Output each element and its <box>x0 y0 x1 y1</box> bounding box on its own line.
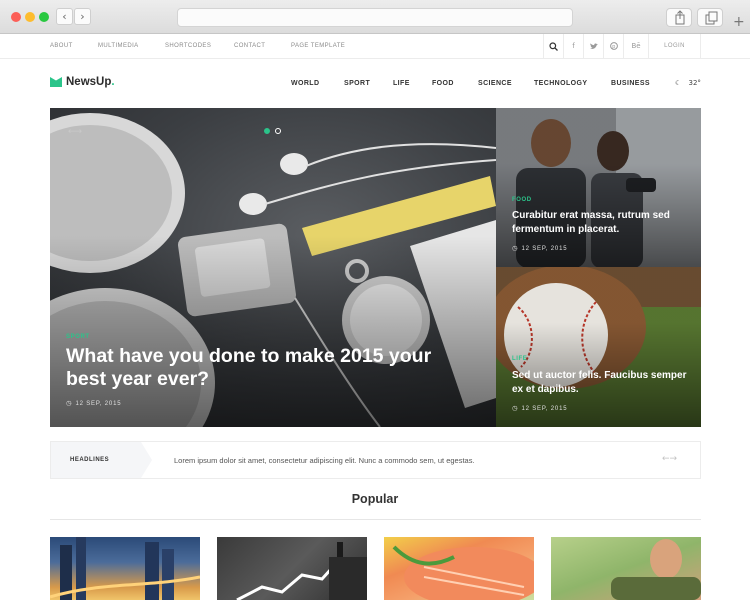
back-button[interactable]: ‹ <box>56 8 73 25</box>
clock-icon: ◷ <box>66 399 73 407</box>
popular-thumb-fitness[interactable] <box>551 537 701 600</box>
hero-title[interactable]: What have you done to make 2015 your bes… <box>66 345 476 391</box>
logo-dot: . <box>111 76 115 88</box>
behance-icon[interactable]: Bē <box>623 34 648 58</box>
svg-text:p: p <box>612 44 615 50</box>
chevron-right-icon: › <box>80 10 85 23</box>
clock-icon: ◷ <box>512 404 519 412</box>
growth-chart-image <box>236 542 367 600</box>
twitter-bird-icon <box>589 43 598 49</box>
site-logo[interactable]: NewsUp. <box>50 76 115 88</box>
slider-dot-2[interactable] <box>275 128 281 134</box>
weather-widget: ☾ 32° <box>675 79 701 87</box>
tabs-icon <box>705 11 718 25</box>
share-button[interactable] <box>666 8 692 27</box>
fitness-image <box>611 539 701 600</box>
arrow-left-icon[interactable]: ← <box>662 454 670 464</box>
side-card-overlay <box>496 267 701 427</box>
side-card-category[interactable]: LIFE <box>512 356 527 362</box>
hero-category[interactable]: SPORT <box>66 334 90 340</box>
toplink-contact[interactable]: CONTACT <box>234 43 265 49</box>
headlines-ticker: HEADLINES Lorem ipsum dolor sit amet, co… <box>50 441 701 479</box>
nav-science[interactable]: SCIENCE <box>478 80 512 87</box>
ticker-arrows[interactable]: ←→ <box>662 454 677 464</box>
new-tab-button[interactable]: + <box>733 14 745 30</box>
logo-icon <box>50 77 62 87</box>
weather-icon: ☾ <box>675 79 682 87</box>
nav-sport[interactable]: SPORT <box>344 80 370 87</box>
nav-life[interactable]: LIFE <box>393 80 410 87</box>
slider-dots <box>264 128 281 134</box>
address-bar[interactable] <box>177 8 573 27</box>
maximize-window-button[interactable] <box>39 12 49 22</box>
toplink-shortcodes[interactable]: SHORTCODES <box>165 43 211 49</box>
toplink-multimedia[interactable]: MULTIMEDIA <box>98 43 139 49</box>
ticker-text[interactable]: Lorem ipsum dolor sit amet, consectetur … <box>174 456 475 465</box>
top-bar: ABOUT MULTIMEDIA SHORTCODES CONTACT PAGE… <box>0 34 750 59</box>
side-card-date: ◷ 12 SEP, 2015 <box>512 404 567 412</box>
side-card-2[interactable]: LIFE Sed ut auctor felis. Faucibus sempe… <box>496 267 701 427</box>
tabs-button[interactable] <box>697 8 723 27</box>
hero-date-text: 12 SEP, 2015 <box>75 401 122 407</box>
slider-arrows[interactable]: ←→ <box>68 127 82 137</box>
popular-heading: Popular <box>351 492 399 506</box>
salmon-image <box>392 545 534 600</box>
forward-button[interactable]: › <box>74 8 91 25</box>
ticker-label: HEADLINES <box>51 442 152 478</box>
twitter-icon[interactable] <box>583 34 603 58</box>
close-window-button[interactable] <box>11 12 21 22</box>
city-image <box>50 537 200 600</box>
logo-name: NewsUp <box>66 76 112 88</box>
minimize-window-button[interactable] <box>25 12 35 22</box>
nav-world[interactable]: WORLD <box>291 80 319 87</box>
logo-text: NewsUp. <box>66 76 115 88</box>
pinterest-p-icon: p <box>609 42 618 50</box>
popular-thumb-growth[interactable] <box>217 537 367 600</box>
login-link[interactable]: LOGIN <box>648 34 701 58</box>
browser-chrome: ‹ › + <box>0 0 750 34</box>
chevron-left-icon: ‹ <box>62 10 67 23</box>
side-card-category[interactable]: FOOD <box>512 197 532 203</box>
slider-dot-1[interactable] <box>264 128 270 134</box>
search-icon <box>549 42 558 51</box>
side-card-date-text: 12 SEP, 2015 <box>521 246 568 252</box>
side-card-title[interactable]: Curabitur erat massa, rutrum sed ferment… <box>512 209 692 237</box>
nav-business[interactable]: BUSINESS <box>611 80 650 87</box>
weather-temp: 32° <box>688 79 701 87</box>
toplink-page-template[interactable]: PAGE TEMPLATE <box>291 43 345 49</box>
arrow-right-icon[interactable]: → <box>75 127 82 137</box>
popular-divider <box>50 519 701 520</box>
side-card-1[interactable]: FOOD Curabitur erat massa, rutrum sed fe… <box>496 108 701 268</box>
popular-thumb-city[interactable] <box>50 537 200 600</box>
side-card-date: ◷ 12 SEP, 2015 <box>512 244 567 252</box>
clock-icon: ◷ <box>512 244 519 252</box>
hero-slider[interactable]: ←→ SPORT What have you done to make 2015… <box>50 108 496 427</box>
nav-food[interactable]: FOOD <box>432 80 454 87</box>
search-button[interactable] <box>543 34 563 58</box>
side-card-date-text: 12 SEP, 2015 <box>521 406 568 412</box>
toplink-about[interactable]: ABOUT <box>50 43 73 49</box>
facebook-icon[interactable]: f <box>563 34 583 58</box>
pinterest-icon[interactable]: p <box>603 34 623 58</box>
popular-thumb-salmon[interactable] <box>384 537 534 600</box>
arrow-right-icon[interactable]: → <box>670 454 678 464</box>
share-icon <box>675 10 685 25</box>
hero-date: ◷ 12 SEP, 2015 <box>66 399 121 407</box>
side-card-title[interactable]: Sed ut auctor felis. Faucibus semper ex … <box>512 369 692 397</box>
nav-technology[interactable]: TECHNOLOGY <box>534 80 587 87</box>
